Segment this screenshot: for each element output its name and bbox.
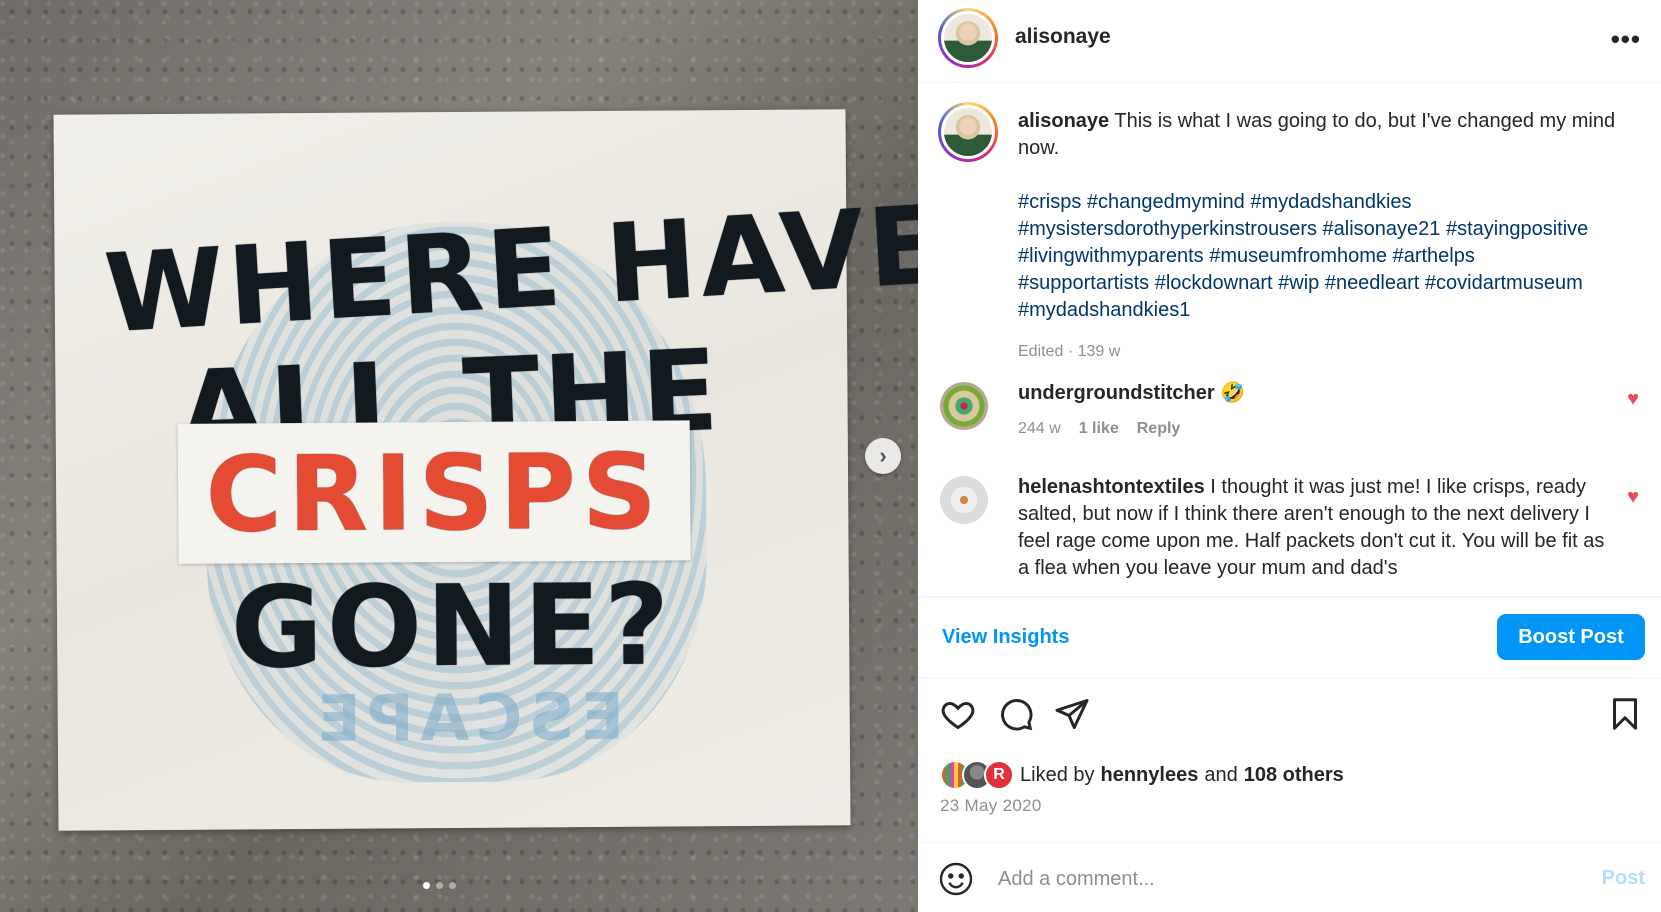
post-sidebar: alisonaye ••• alisonaye This is what I w… [918,0,1661,912]
comment-icon[interactable] [996,694,1036,734]
carousel-dots [423,882,456,889]
post-image[interactable]: ESCAPE WHERE HAVE ALL THE CRISPS GONE? › [0,0,918,912]
liked-by-others[interactable]: 108 others [1244,764,1344,787]
carousel-next-button[interactable]: › [865,438,901,474]
commenter-username[interactable]: undergroundstitcher [1018,382,1215,404]
share-icon[interactable] [1052,694,1092,734]
post-header: alisonaye ••• [918,0,1661,83]
reply-button[interactable]: Reply [1137,415,1181,442]
hashtags: #crisps #changedmymind #mydadshandkies #… [1018,189,1628,324]
liker-avatar: R [984,760,1014,790]
action-bar [918,690,1661,742]
hashtag-line[interactable]: #mysistersdorothyperkinstrousers #alison… [1018,216,1628,243]
image-text-line3: CRISPS [205,430,664,556]
boost-post-button[interactable]: Boost Post [1497,614,1645,660]
commenter-avatar[interactable] [940,476,988,524]
author-avatar[interactable] [938,8,998,68]
comment-like-heart-icon[interactable]: ♥ [1627,486,1639,509]
hashtag-line[interactable]: #crisps #changedmymind #mydadshandkies [1018,189,1628,216]
liked-by-and: and [1204,763,1238,786]
post-date[interactable]: 23 May 2020 [940,796,1042,816]
caption-body: alisonaye This is what I was going to do… [1018,108,1628,365]
carousel-dot[interactable] [436,882,443,889]
hashtag-line[interactable]: #mydadshandkies1 [1018,297,1628,324]
comments-section[interactable]: alisonaye This is what I was going to do… [918,84,1661,596]
caption-avatar[interactable] [938,102,998,162]
like-icon[interactable] [938,694,978,734]
post-comment-button[interactable]: Post [1602,867,1645,890]
comment-time[interactable]: 244 w [1018,415,1061,442]
hashtag-line[interactable]: #livingwithmyparents #museumfromhome #ar… [1018,243,1628,270]
likes-summary: R Liked by hennylees and 108 others [940,758,1350,792]
author-username[interactable]: alisonaye [1015,25,1111,49]
comment-meta: 244 w 1 like Reply [1018,415,1608,442]
more-options-icon[interactable]: ••• [1611,24,1641,55]
comment-likes[interactable]: 1 like [1079,415,1119,442]
comment-body: helenashtontextiles I thought it was jus… [1018,474,1608,582]
liked-by-prefix: Liked by [1020,763,1095,786]
comment-input[interactable] [998,861,1558,897]
image-text-line4: GONE? [230,560,674,694]
commenter-username[interactable]: helenashtontextiles [1018,476,1205,498]
comment-like-heart-icon[interactable]: ♥ [1627,388,1639,411]
save-bookmark-icon[interactable] [1605,694,1645,734]
carousel-dot[interactable] [423,882,430,889]
liked-by-user[interactable]: hennylees [1101,764,1199,787]
hashtag-line[interactable]: #supportartists #lockdownart #wip #needl… [1018,270,1628,297]
caption-username[interactable]: alisonaye [1018,110,1109,132]
caption-meta: Edited · 139 w [1018,343,1121,360]
liker-avatars[interactable]: R [940,760,1016,790]
fabric-panel: ESCAPE WHERE HAVE ALL THE CRISPS GONE? [53,109,918,831]
carousel-dot[interactable] [449,882,456,889]
comment-text: 🤣 [1220,382,1246,404]
view-insights-link[interactable]: View Insights [942,626,1069,649]
emoji-icon[interactable] [938,861,974,897]
commenter-avatar[interactable] [940,382,988,430]
chevron-right-icon: › [879,443,887,468]
comment-body: undergroundstitcher 🤣 244 w 1 like Reply [1018,380,1608,442]
insights-bar: View Insights Boost Post [918,596,1661,679]
add-comment-bar: Post [918,842,1661,912]
